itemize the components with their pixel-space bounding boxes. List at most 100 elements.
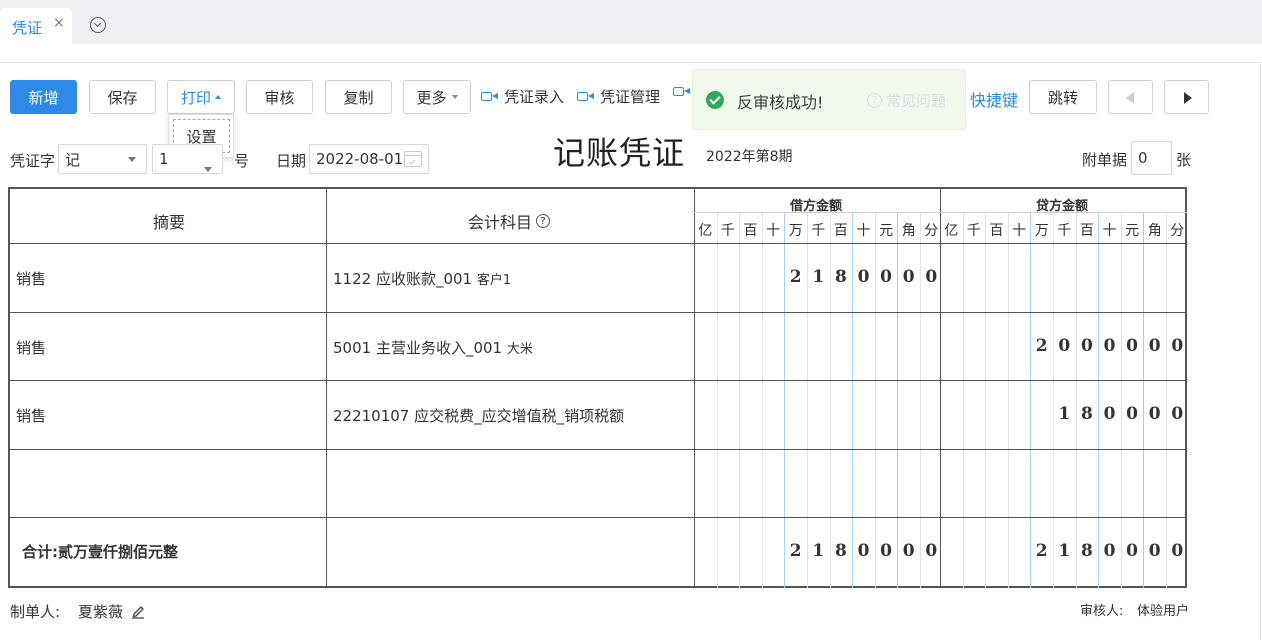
table-row[interactable] bbox=[10, 449, 1187, 518]
account-cell[interactable]: 1122 应收账款_001 客户1 bbox=[333, 268, 511, 289]
digit-unit-label: 十 bbox=[856, 223, 871, 239]
page-title: 记账凭证 bbox=[553, 134, 686, 172]
attachments-input[interactable]: 0 bbox=[1131, 141, 1172, 175]
faq-label: 常见问题 bbox=[886, 92, 947, 110]
debit-digit: 0 bbox=[902, 267, 915, 287]
voucher-manage-link[interactable]: 凭证管理 bbox=[577, 86, 660, 107]
digit-unit-label: 亿 bbox=[698, 223, 713, 239]
prev-voucher-button[interactable] bbox=[1108, 80, 1153, 114]
credit-digit: 0 bbox=[1058, 335, 1071, 356]
debit-digit: 0 bbox=[880, 267, 893, 287]
summary-cell[interactable]: 销售 bbox=[16, 405, 46, 426]
attachments-value: 0 bbox=[1138, 149, 1148, 167]
total-label: 合计:贰万壹仟捌佰元整 bbox=[22, 543, 178, 561]
row-divider bbox=[10, 517, 1187, 518]
voucher-manage-label: 凭证管理 bbox=[600, 88, 661, 106]
success-toast: 反审核成功! ? 常见问题 bbox=[692, 69, 966, 130]
jump-button[interactable]: 跳转 bbox=[1029, 80, 1097, 114]
total-credit-digit: 0 bbox=[1103, 541, 1116, 561]
account-cell[interactable]: 22210107 应交税费_应交增值税_销项税额 bbox=[333, 405, 624, 426]
print-button-label: 打印 bbox=[180, 88, 211, 107]
copy-button[interactable]: 复制 bbox=[325, 80, 392, 114]
digit-unit-label: 千 bbox=[1057, 223, 1072, 239]
digit-unit-label: 百 bbox=[1079, 223, 1094, 239]
tab-voucher-label: 凭证 bbox=[12, 19, 43, 37]
total-debit-digit: 2 bbox=[789, 541, 802, 561]
more-button-label: 更多 bbox=[416, 88, 447, 107]
calendar-icon[interactable] bbox=[403, 151, 422, 167]
help-icon[interactable]: ? bbox=[536, 214, 551, 228]
attachments-suffix: 张 bbox=[1176, 151, 1192, 169]
credit-digit: 0 bbox=[1126, 404, 1139, 424]
voucher-word-label: 凭证字 bbox=[10, 152, 56, 170]
more-button[interactable]: 更多 bbox=[403, 80, 471, 114]
date-value: 2022-08-01 bbox=[316, 150, 404, 168]
digit-unit-label: 千 bbox=[720, 223, 735, 239]
digit-unit-label: 元 bbox=[1125, 223, 1140, 239]
total-debit-digit: 0 bbox=[857, 541, 870, 561]
col-header-account-label: 会计科目 bbox=[468, 213, 533, 232]
voucher-number-value: 1 bbox=[159, 150, 169, 168]
voucher-entry-link[interactable]: 凭证录入 bbox=[481, 86, 564, 107]
debit-digit: 2 bbox=[789, 267, 802, 287]
summary-cell[interactable]: 销售 bbox=[16, 337, 46, 358]
digit-unit-label: 十 bbox=[1102, 223, 1117, 239]
close-icon[interactable]: × bbox=[53, 15, 65, 31]
credit-digit: 0 bbox=[1103, 335, 1116, 356]
faq-link[interactable]: ? 常见问题 bbox=[867, 90, 946, 111]
date-input[interactable]: 2022-08-01 bbox=[309, 144, 429, 174]
total-debit-digit: 1 bbox=[812, 541, 825, 561]
digit-unit-label: 角 bbox=[1147, 223, 1162, 239]
credit-digit: 0 bbox=[1126, 335, 1139, 356]
triangle-left-icon bbox=[1126, 92, 1134, 104]
question-icon: ? bbox=[867, 93, 882, 108]
voucher-table: 摘要 会计科目 ? 借方金额 贷方金额 亿千百十万千百十元角分亿千百十万千百十元… bbox=[8, 187, 1187, 588]
voucher-number-input[interactable]: 1 bbox=[152, 144, 223, 174]
debit-digit: 8 bbox=[834, 267, 847, 287]
auditor-label: 审核人: bbox=[1080, 604, 1124, 619]
digit-unit-label: 万 bbox=[1034, 223, 1049, 239]
credit-digit: 0 bbox=[1148, 335, 1161, 356]
digit-unit-label: 千 bbox=[966, 223, 981, 239]
audit-button[interactable]: 审核 bbox=[246, 80, 313, 114]
save-button[interactable]: 保存 bbox=[89, 80, 156, 114]
account-auxiliary: 客户1 bbox=[476, 273, 512, 288]
total-credit-digit: 0 bbox=[1148, 541, 1161, 561]
header-split bbox=[694, 212, 1187, 213]
credit-digit: 0 bbox=[1171, 404, 1184, 424]
col-header-summary: 摘要 bbox=[153, 213, 186, 232]
total-debit-digit: 0 bbox=[925, 541, 938, 561]
total-credit-digit: 8 bbox=[1080, 541, 1093, 561]
digit-unit-label: 十 bbox=[766, 223, 781, 239]
table-row[interactable] bbox=[10, 312, 1187, 381]
debit-digit: 0 bbox=[857, 267, 870, 287]
summary-cell[interactable]: 销售 bbox=[16, 268, 46, 289]
add-button[interactable]: 新增 bbox=[10, 80, 77, 114]
caret-down-icon bbox=[128, 157, 136, 162]
video-icon bbox=[673, 86, 690, 97]
digit-unit-label: 百 bbox=[833, 223, 848, 239]
tab-voucher[interactable]: 凭证 × bbox=[0, 8, 72, 44]
credit-digit: 2 bbox=[1035, 335, 1048, 356]
triangle-right-icon bbox=[1184, 92, 1192, 104]
account-cell[interactable]: 5001 主营业务收入_001 大米 bbox=[333, 337, 533, 358]
total-debit-digit: 8 bbox=[834, 541, 847, 561]
credit-digit: 0 bbox=[1171, 335, 1184, 356]
credit-digit: 1 bbox=[1058, 404, 1071, 424]
tab-bar: 凭证 × bbox=[0, 0, 1262, 44]
digit-unit-label: 元 bbox=[879, 223, 894, 239]
account-auxiliary: 大米 bbox=[506, 341, 533, 357]
auditor-value: 体验用户 bbox=[1137, 604, 1190, 619]
edit-icon[interactable] bbox=[131, 603, 145, 619]
credit-digit: 0 bbox=[1148, 404, 1161, 424]
next-voucher-button[interactable] bbox=[1164, 80, 1209, 114]
maker-value: 夏紫薇 bbox=[78, 603, 124, 621]
table-row[interactable] bbox=[10, 243, 1187, 312]
chevron-down-icon[interactable] bbox=[90, 17, 106, 33]
print-button[interactable]: 打印 bbox=[167, 80, 235, 114]
voucher-word-select[interactable]: 记 bbox=[58, 144, 147, 174]
toast-message: 反审核成功! bbox=[737, 93, 824, 112]
video-icon bbox=[577, 91, 594, 102]
caret-down-icon[interactable] bbox=[204, 167, 212, 172]
shortcuts-link[interactable]: 快捷键 bbox=[970, 87, 1018, 111]
